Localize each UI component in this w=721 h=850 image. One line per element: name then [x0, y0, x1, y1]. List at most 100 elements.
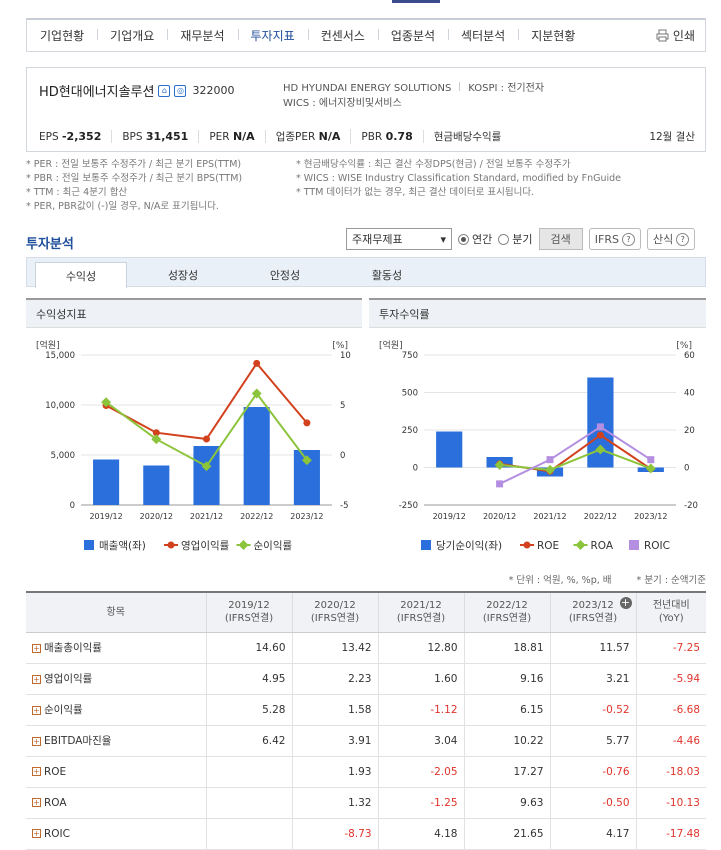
- header-year: 2023/12 (IFRS연결) +: [549, 592, 636, 633]
- company-summary: HD현대에너지솔루션 ⌂ ◎ 322000 HD HYUNDAI ENERGY …: [26, 67, 706, 152]
- chevron-down-icon: ▾: [440, 232, 446, 246]
- legend-label: ROE: [537, 540, 559, 552]
- expand-row-icon[interactable]: +: [32, 705, 41, 715]
- yoy-cell: -17.48: [635, 818, 706, 850]
- profitability-chart: [억원] [%] 15,000 10 10,000 5 5,000 0 0 -5 2019/12 20…: [26, 330, 362, 563]
- question-icon: ?: [676, 232, 690, 246]
- nav-item-consensus[interactable]: 컨센서스: [307, 27, 378, 44]
- expand-row-icon[interactable]: +: [32, 643, 41, 653]
- table-cell: 1.32: [291, 787, 378, 819]
- table-cell: -1.12: [377, 694, 464, 726]
- y2-tick-label: -20: [684, 501, 698, 511]
- table-cell: 13.42: [291, 632, 378, 664]
- yoy-cell: -7.25: [635, 632, 706, 664]
- table-cell: 3.91: [291, 725, 378, 757]
- header-year: 2022/12 (IFRS연결): [463, 592, 550, 633]
- table-cell: [205, 756, 292, 788]
- x-tick-label: 2023/12: [634, 512, 667, 521]
- x-tick-label: 2020/12: [140, 512, 173, 521]
- table-cell: -0.52: [549, 694, 636, 726]
- yoy-cell: -6.68: [635, 694, 706, 726]
- point-marker: [253, 359, 261, 367]
- y-tick-label: 15,000: [45, 351, 75, 361]
- expand-row-icon[interactable]: +: [32, 829, 41, 838]
- statement-select[interactable]: 주재무제표 ▾: [346, 228, 452, 250]
- x-tick-label: 2019/12: [89, 512, 122, 521]
- yoy-cell: -10.13: [635, 787, 706, 819]
- nav-item-overview[interactable]: 기업현황: [27, 27, 97, 44]
- radio-quarter[interactable]: 분기: [498, 231, 533, 247]
- yoy-cell: -18.03: [635, 756, 706, 788]
- ifrs-help-button[interactable]: IFRS?: [588, 228, 641, 250]
- table-row: + 순이익률 5.28 1.58 -1.12 6.15 -0.52 -6.68: [26, 694, 706, 726]
- table-cell: 3.21: [549, 663, 636, 695]
- series-line: [499, 433, 652, 473]
- bar: [93, 459, 120, 505]
- table-cell: -0.50: [549, 787, 636, 819]
- tab-activity[interactable]: 활동성: [341, 262, 433, 288]
- note-left: * TTM : 최근 4분기 합산: [26, 187, 128, 198]
- row-label[interactable]: + ROIC: [26, 818, 206, 850]
- y2-tick-label: 20: [684, 426, 695, 436]
- expand-row-icon[interactable]: +: [32, 798, 41, 807]
- expand-row-icon[interactable]: +: [32, 736, 41, 746]
- expand-row-icon[interactable]: +: [32, 767, 41, 776]
- nav-item-invest-index[interactable]: 투자지표: [237, 27, 308, 44]
- tab-growth[interactable]: 성장성: [137, 262, 229, 288]
- metric-eps: EPS -2,352: [39, 130, 113, 143]
- nav-item-sector[interactable]: 섹터분석: [448, 27, 518, 44]
- tab-stability[interactable]: 안정성: [239, 262, 331, 288]
- row-label[interactable]: + ROE: [26, 756, 206, 788]
- table-cell: 1.93: [291, 756, 378, 788]
- profitability-chart-svg: [억원] [%] 15,000 10 10,000 5 5,000 0 0 -5 2019/12 20…: [36, 339, 351, 552]
- note-right: * 현금배당수익률 : 최근 결산 수정DPS(현금) / 전일 보통주 수정주…: [296, 159, 571, 170]
- row-label[interactable]: + ROA: [26, 787, 206, 819]
- row-label[interactable]: + 순이익률: [26, 694, 206, 726]
- company-meta: HD HYUNDAI ENERGY SOLUTIONS KOSPI : 전기전자 …: [283, 81, 544, 111]
- profitability-table: 항목 2019/12 (IFRS연결) 2020/12 (IFRS연결) 2021/…: [26, 591, 706, 850]
- home-icon[interactable]: ⌂: [158, 84, 171, 97]
- table-cell: 6.42: [205, 725, 292, 757]
- search-button[interactable]: 검색: [538, 228, 583, 250]
- y2-tick-label: 60: [684, 351, 695, 361]
- metric-industry-per: 업종PER N/A: [276, 129, 352, 144]
- legend-label: ROIC: [644, 540, 670, 552]
- return-chart: [억원] [%] 750 60 500 40 250 20 0 0 -250 -20 2019/12 20…: [369, 330, 706, 563]
- formula-help-button[interactable]: 산식?: [646, 228, 696, 250]
- nav-item-financial[interactable]: 재무분석: [167, 27, 237, 44]
- row-label[interactable]: + 매출총이익률: [26, 632, 206, 664]
- x-tick-label: 2023/12: [290, 512, 323, 521]
- nav-item-company-info[interactable]: 기업개요: [97, 27, 167, 44]
- stock-code: 322000: [192, 84, 235, 97]
- legend-swatch: [629, 540, 639, 550]
- y2-tick-label: 5: [340, 401, 345, 411]
- table-cell: 4.17: [549, 818, 636, 850]
- y2-tick-label: 40: [684, 389, 695, 399]
- nav-item-industry[interactable]: 업종분석: [377, 27, 448, 44]
- tab-profitability[interactable]: 수익성: [35, 262, 127, 288]
- point-marker: [546, 456, 554, 464]
- legend-swatch: [84, 540, 94, 550]
- table-cell: 10.22: [463, 725, 550, 757]
- table-cell: -8.73: [291, 818, 378, 850]
- table-cell: 2.23: [291, 663, 378, 695]
- row-label[interactable]: + EBITDA마진율: [26, 725, 206, 757]
- nav-item-shareholders[interactable]: 지분현황: [518, 27, 588, 44]
- legend-marker: [523, 541, 531, 549]
- expand-row-icon[interactable]: +: [32, 674, 41, 684]
- y2-tick-label: 0: [684, 464, 689, 474]
- table-cell: 14.60: [205, 632, 292, 664]
- point-marker: [596, 431, 604, 439]
- table-row: + ROIC -8.73 4.18 21.65 4.17 -17.48: [26, 818, 706, 850]
- y-tick-label: 10,000: [45, 401, 75, 411]
- x-tick-label: 2020/12: [483, 512, 516, 521]
- wics-info: WICS : 에너지장비및서비스: [283, 98, 402, 109]
- ir-icon[interactable]: ◎: [174, 84, 187, 97]
- y-tick-label: 5,000: [51, 451, 75, 461]
- row-label[interactable]: + 영업이익률: [26, 663, 206, 695]
- unit-note: * 단위 : 억원, %, %p, 배: [508, 575, 612, 586]
- print-button[interactable]: 인쇄: [656, 27, 695, 44]
- expand-columns-icon[interactable]: +: [619, 597, 632, 609]
- y-tick-label: 250: [402, 426, 418, 436]
- radio-annual[interactable]: 연간: [458, 231, 492, 247]
